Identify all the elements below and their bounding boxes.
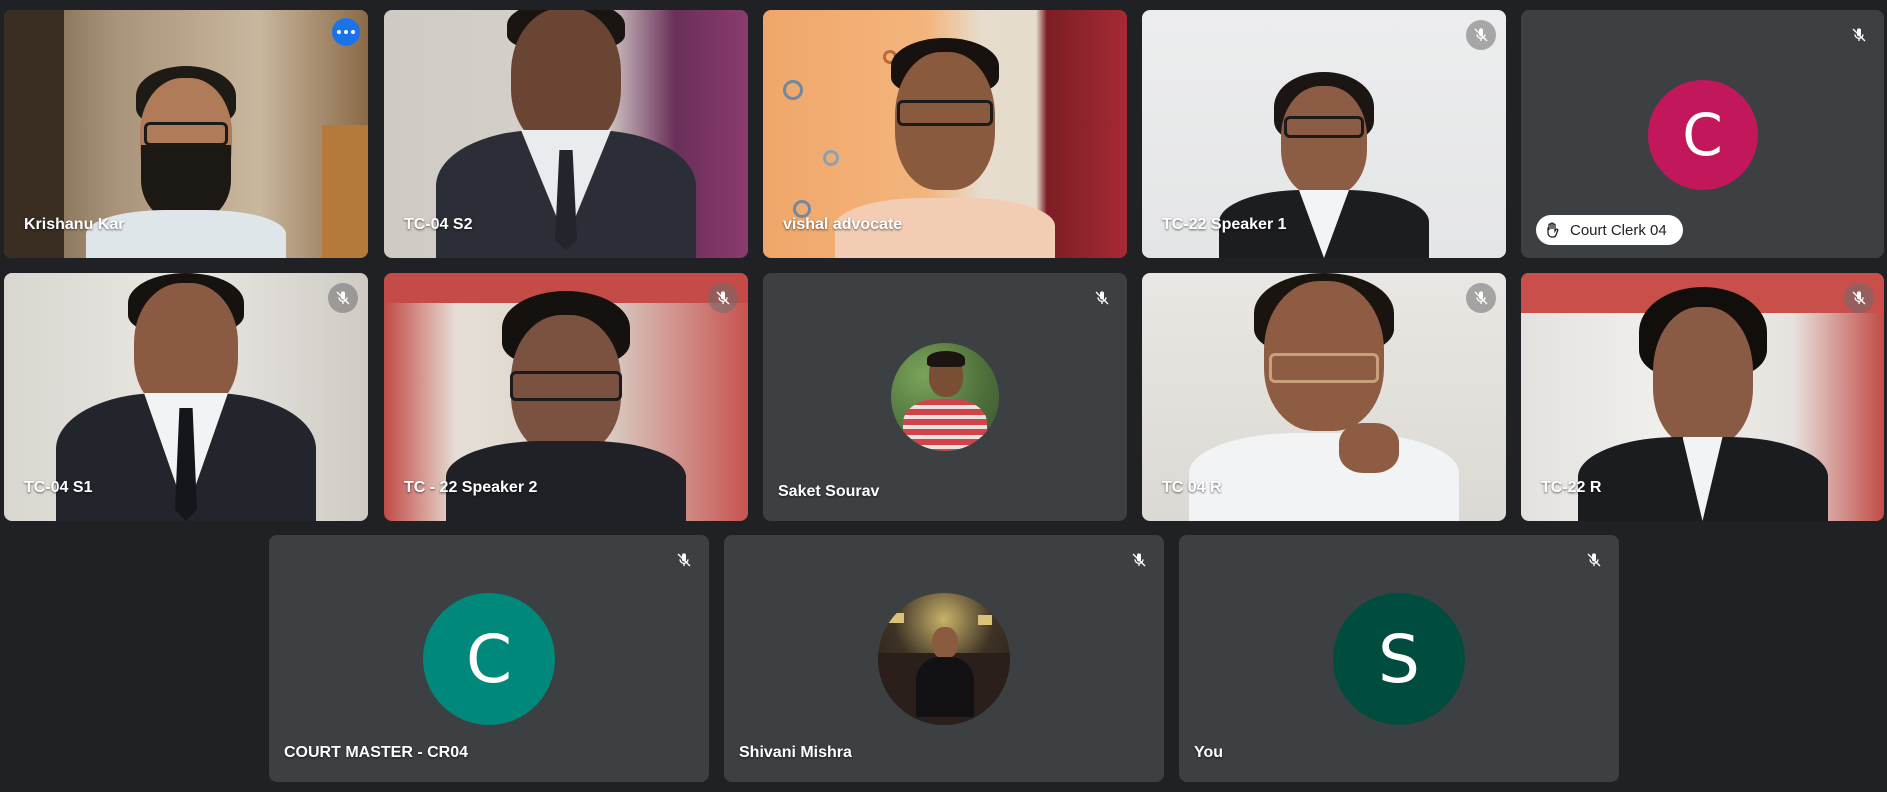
participant-name: Court Clerk 04 bbox=[1570, 221, 1667, 239]
participant-tile-court-master-cr04[interactable]: C COURT MASTER - CR04 bbox=[269, 535, 709, 782]
participant-tile-shivani-mishra[interactable]: Shivani Mishra bbox=[724, 535, 1164, 782]
mic-off-icon bbox=[708, 283, 738, 313]
participant-name: TC-22 Speaker 1 bbox=[1162, 216, 1287, 233]
avatar: C bbox=[1647, 80, 1758, 190]
participant-name: You bbox=[1194, 744, 1224, 761]
mic-off-icon bbox=[1124, 545, 1154, 575]
participant-tile-tc-04-s1[interactable]: TC-04 S1 bbox=[4, 273, 368, 521]
participant-tile-krishanu-kar[interactable]: Krishanu Kar bbox=[4, 10, 368, 258]
mic-off-icon bbox=[1579, 545, 1609, 575]
mic-off-icon bbox=[669, 545, 699, 575]
participant-name: TC - 22 Speaker 2 bbox=[404, 479, 538, 496]
mic-off-icon bbox=[1466, 283, 1496, 313]
participant-tile-tc-22-speaker-2[interactable]: TC - 22 Speaker 2 bbox=[384, 273, 748, 521]
participant-name: vishal advocate bbox=[783, 216, 903, 233]
mic-off-icon bbox=[1844, 20, 1874, 50]
participant-tile-vishal-advocate[interactable]: vishal advocate bbox=[763, 10, 1127, 258]
participant-name: COURT MASTER - CR04 bbox=[284, 744, 469, 761]
participant-name: TC-22 R bbox=[1541, 479, 1602, 496]
hand-icon bbox=[1547, 222, 1559, 238]
participant-tile-you[interactable]: S You bbox=[1179, 535, 1619, 782]
participant-name: TC-04 S2 bbox=[404, 216, 473, 233]
participant-name: TC 04 R bbox=[1162, 479, 1222, 496]
avatar: C bbox=[423, 593, 555, 725]
avatar: S bbox=[1333, 593, 1465, 725]
participant-options-button[interactable] bbox=[332, 18, 360, 46]
dot-icon bbox=[337, 30, 341, 34]
participant-name: Shivani Mishra bbox=[739, 744, 852, 761]
mic-off-icon bbox=[1466, 20, 1496, 50]
participant-name: Krishanu Kar bbox=[24, 216, 125, 233]
participant-name: TC-04 S1 bbox=[24, 479, 93, 496]
avatar bbox=[891, 343, 999, 451]
mic-off-icon bbox=[328, 283, 358, 313]
participant-name: Saket Sourav bbox=[778, 483, 880, 500]
mic-off-icon bbox=[1844, 283, 1874, 313]
participant-tile-saket-sourav[interactable]: Saket Sourav bbox=[763, 273, 1127, 521]
participant-tile-tc-04-r[interactable]: TC 04 R bbox=[1142, 273, 1506, 521]
participant-tile-tc-04-s2[interactable]: TC-04 S2 bbox=[384, 10, 748, 258]
participant-tile-tc-22-r[interactable]: TC-22 R bbox=[1521, 273, 1884, 521]
participant-tile-court-clerk-04[interactable]: C Court Clerk 04 bbox=[1521, 10, 1884, 258]
mic-off-icon bbox=[1087, 283, 1117, 313]
meeting-grid: Krishanu Kar TC-04 S2 vishal advocate TC… bbox=[0, 0, 1887, 792]
raised-hand-chip: Court Clerk 04 bbox=[1536, 215, 1683, 245]
avatar bbox=[878, 593, 1010, 725]
participant-tile-tc-22-speaker-1[interactable]: TC-22 Speaker 1 bbox=[1142, 10, 1506, 258]
